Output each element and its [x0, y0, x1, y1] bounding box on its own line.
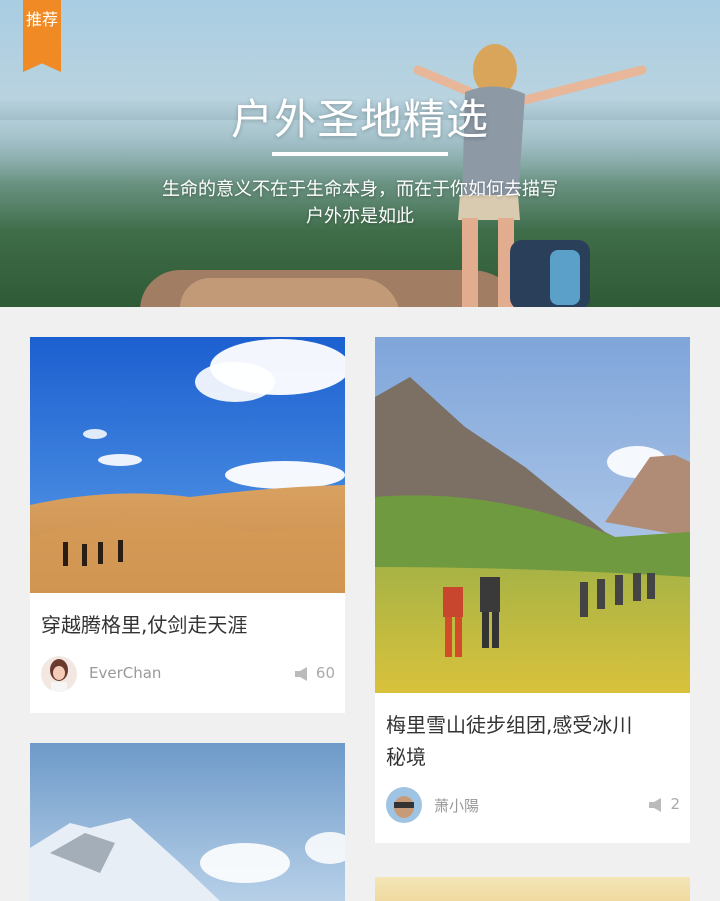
hero-title: 户外圣地精选 [230, 95, 489, 144]
author-avatar[interactable] [41, 656, 77, 692]
post-title[interactable]: 梅里雪山徒步组团,感受冰川 秘境 [386, 709, 680, 773]
post-meta: 萧小陽 2 [386, 787, 680, 823]
megaphone-icon [294, 667, 307, 681]
hero-divider [272, 152, 448, 156]
post-card-meili[interactable]: 梅里雪山徒步组团,感受冰川 秘境 萧小陽 2 [375, 337, 690, 843]
hero-subtitle-line2: 户外亦是如此 [306, 206, 414, 227]
post-title[interactable]: 穿越腾格里,仗剑走天涯 [41, 609, 335, 641]
post-title-line2: 秘境 [386, 745, 426, 769]
likes-count[interactable]: 2 [648, 795, 680, 813]
recommend-badge: 推荐 [23, 0, 61, 72]
post-meta: EverChan 60 [41, 656, 335, 692]
likes-number: 2 [670, 795, 680, 813]
post-image-mountain [375, 337, 690, 693]
post-image-partial [375, 877, 690, 901]
hero-hiker-illustration [413, 44, 647, 307]
hero-rock-highlight [180, 278, 400, 307]
author-name[interactable]: 萧小陽 [434, 795, 479, 816]
post-image-desert [30, 337, 345, 593]
likes-count[interactable]: 60 [294, 664, 335, 682]
author-avatar[interactable] [386, 787, 422, 823]
post-title-line1: 梅里雪山徒步组团,感受冰川 [386, 713, 633, 737]
post-image-snow-mountain [30, 743, 345, 901]
author-name[interactable]: EverChan [89, 664, 161, 682]
post-card-next[interactable] [375, 877, 690, 901]
likes-number: 60 [315, 664, 335, 682]
post-card-snow[interactable] [30, 743, 345, 901]
hero-banner[interactable]: 推荐 户外圣地精选 生命的意义不在于生命本身，而在于你如何去描写 户外亦是如此 [0, 0, 720, 307]
hero-subtitle: 生命的意义不在于生命本身，而在于你如何去描写 户外亦是如此 [0, 176, 720, 230]
hero-subtitle-line1: 生命的意义不在于生命本身，而在于你如何去描写 [162, 179, 558, 200]
post-card-tengger[interactable]: 穿越腾格里,仗剑走天涯 EverChan 60 [30, 337, 345, 713]
megaphone-icon [649, 798, 662, 812]
